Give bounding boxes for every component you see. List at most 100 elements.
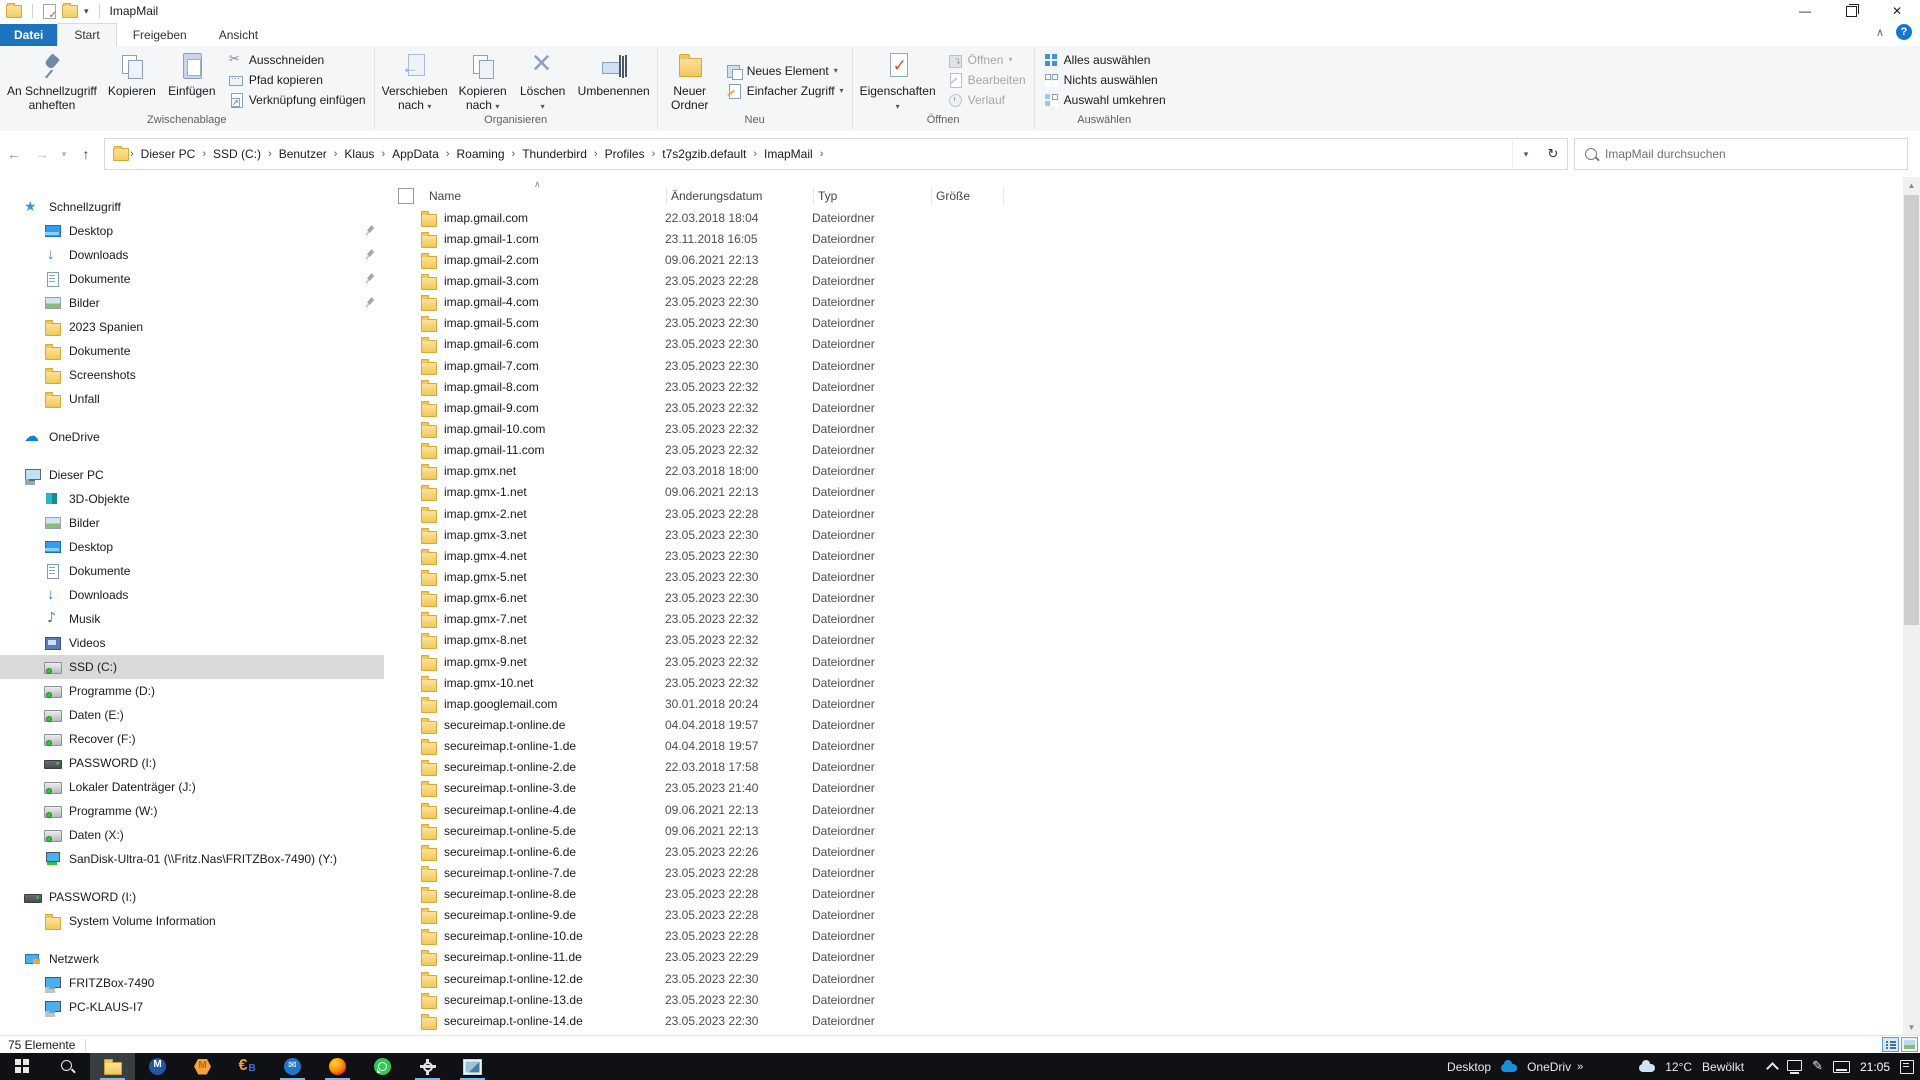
file-row-imap-gmail-8-com[interactable]: imap.gmail-8.com23.05.2023 22:32Dateiord…: [384, 376, 1903, 397]
file-row-secureimap-t-online-6-de[interactable]: secureimap.t-online-6.de23.05.2023 22:26…: [384, 841, 1903, 862]
file-row-imap-gmail-7-com[interactable]: imap.gmail-7.com23.05.2023 22:30Dateiord…: [384, 355, 1903, 376]
recent-locations-caret-icon[interactable]: ▾: [56, 149, 72, 160]
back-button[interactable]: ←: [0, 146, 28, 162]
breadcrumb-separator-icon[interactable]: ›: [819, 148, 825, 160]
file-row-imap-gmx-1-net[interactable]: imap.gmx-1.net09.06.2021 22:13Dateiordne…: [384, 482, 1903, 503]
taskbar-firefox-button[interactable]: [315, 1053, 360, 1080]
file-row-imap-gmail-6-com[interactable]: imap.gmail-6.com23.05.2023 22:30Dateiord…: [384, 334, 1903, 355]
easy-access-button[interactable]: Einfacher Zugriff ▾: [726, 82, 844, 100]
new-folder-quick-icon[interactable]: [62, 5, 78, 18]
new-item-button[interactable]: Neues Element ▾: [726, 62, 844, 80]
copy-to-button[interactable]: Kopierennach ▾: [453, 48, 513, 114]
sidebar-item-desktop[interactable]: Desktop: [0, 219, 384, 243]
history-button[interactable]: Verlauf: [947, 91, 1026, 109]
help-icon[interactable]: ?: [1896, 24, 1912, 40]
sidebar-item-daten-x[interactable]: Daten (X:): [0, 823, 384, 847]
file-row-imap-gmail-com[interactable]: imap.gmail.com22.03.2018 18:04Dateiordne…: [384, 207, 1903, 228]
sidebar-item-system-volume-information[interactable]: System Volume Information: [0, 909, 384, 933]
file-row-imap-gmail-2-com[interactable]: imap.gmail-2.com09.06.2021 22:13Dateiord…: [384, 249, 1903, 270]
breadcrumb-item-appdata[interactable]: AppData: [386, 147, 445, 161]
hidden-icons-chevron-icon[interactable]: [1766, 1062, 1779, 1075]
sidebar-item-3d-objekte[interactable]: 3D-Objekte: [0, 487, 384, 511]
sidebar-item-password-i[interactable]: PASSWORD (I:): [0, 751, 384, 775]
weather-label[interactable]: Bewölkt: [1702, 1060, 1744, 1074]
column-header-type[interactable]: Typ: [814, 187, 932, 205]
search-box[interactable]: ImapMail durchsuchen: [1574, 138, 1908, 170]
file-row-secureimap-t-online-14-de[interactable]: secureimap.t-online-14.de23.05.2023 22:3…: [384, 1010, 1903, 1031]
file-row-imap-googlemail-com[interactable]: imap.googlemail.com30.01.2018 20:24Datei…: [384, 693, 1903, 714]
file-row-secureimap-t-online-1-de[interactable]: secureimap.t-online-1.de04.04.2018 19:57…: [384, 736, 1903, 757]
sidebar-item-dokumente[interactable]: Dokumente: [0, 267, 384, 291]
file-row-imap-gmx-5-net[interactable]: imap.gmx-5.net23.05.2023 22:30Dateiordne…: [384, 566, 1903, 587]
file-row-imap-gmail-9-com[interactable]: imap.gmail-9.com23.05.2023 22:32Dateiord…: [384, 397, 1903, 418]
pin-to-quick-access-button[interactable]: An Schnellzugriffanheften: [2, 48, 102, 114]
scrollbar-thumb[interactable]: [1904, 195, 1919, 625]
touch-keyboard-icon[interactable]: [1833, 1061, 1850, 1073]
sidebar-item-fritzbox-7490[interactable]: FRITZBox-7490: [0, 971, 384, 995]
file-row-imap-gmx-4-net[interactable]: imap.gmx-4.net23.05.2023 22:30Dateiordne…: [384, 545, 1903, 566]
file-row-secureimap-t-online-12-de[interactable]: secureimap.t-online-12.de23.05.2023 22:3…: [384, 968, 1903, 989]
file-row-secureimap-t-online-8-de[interactable]: secureimap.t-online-8.de23.05.2023 22:28…: [384, 884, 1903, 905]
column-header-name[interactable]: Name: [422, 187, 667, 205]
breadcrumb-item-ssd-c[interactable]: SSD (C:): [207, 147, 267, 161]
breadcrumb-item-benutzer[interactable]: Benutzer: [273, 147, 333, 161]
up-button[interactable]: ↑: [72, 146, 100, 162]
sidebar-item-musik[interactable]: Musik: [0, 607, 384, 631]
file-row-imap-gmail-5-com[interactable]: imap.gmail-5.com23.05.2023 22:30Dateiord…: [384, 313, 1903, 334]
file-row-imap-gmx-net[interactable]: imap.gmx.net22.03.2018 18:00Dateiordner: [384, 461, 1903, 482]
file-row-secureimap-t-online-9-de[interactable]: secureimap.t-online-9.de23.05.2023 22:28…: [384, 905, 1903, 926]
properties-button[interactable]: Eigenschaften▾: [855, 48, 941, 114]
sidebar-item-unfall[interactable]: Unfall: [0, 387, 384, 411]
file-row-secureimap-t-online-3-de[interactable]: secureimap.t-online-3.de23.05.2023 21:40…: [384, 778, 1903, 799]
refresh-icon[interactable]: ↻: [1539, 140, 1567, 168]
file-row-imap-gmail-1-com[interactable]: imap.gmail-1.com23.11.2018 16:05Dateiord…: [384, 228, 1903, 249]
sidebar-item-videos[interactable]: Videos: [0, 631, 384, 655]
sidebar-item-dokumente[interactable]: Dokumente: [0, 559, 384, 583]
copy-button[interactable]: Kopieren: [102, 48, 162, 100]
sidebar-item-screenshots[interactable]: Screenshots: [0, 363, 384, 387]
open-button[interactable]: Öffnen ▾: [947, 51, 1026, 69]
network-tray-icon[interactable]: [1787, 1060, 1802, 1071]
file-row-secureimap-t-online-11-de[interactable]: secureimap.t-online-11.de23.05.2023 22:2…: [384, 947, 1903, 968]
taskbar-app-hexagon-button[interactable]: [180, 1053, 225, 1080]
sidebar-item-dokumente[interactable]: Dokumente: [0, 339, 384, 363]
breadcrumb-item-imapmail[interactable]: ImapMail: [758, 147, 819, 161]
sidebar-item-desktop[interactable]: Desktop: [0, 535, 384, 559]
desktop-label[interactable]: Desktop: [1447, 1060, 1491, 1074]
sidebar-item-schnellzugriff[interactable]: Schnellzugriff: [0, 195, 384, 219]
file-row-secureimap-t-online-5-de[interactable]: secureimap.t-online-5.de09.06.2021 22:13…: [384, 820, 1903, 841]
tab-start[interactable]: Start: [57, 23, 116, 46]
sidebar-item-bilder[interactable]: Bilder: [0, 511, 384, 535]
edit-button[interactable]: Bearbeiten: [947, 71, 1026, 89]
thumbnail-view-toggle[interactable]: [1901, 1037, 1918, 1052]
taskbar-whatsapp-button[interactable]: [360, 1053, 405, 1080]
address-bar[interactable]: › Dieser PC›SSD (C:)›Benutzer›Klaus›AppD…: [104, 138, 1568, 170]
file-row-imap-gmail-10-com[interactable]: imap.gmail-10.com23.05.2023 22:32Dateior…: [384, 418, 1903, 439]
weather-icon[interactable]: [1639, 1064, 1655, 1072]
details-view-toggle[interactable]: [1882, 1037, 1899, 1052]
sidebar-item-pc-klaus-i7[interactable]: PC-KLAUS-I7: [0, 995, 384, 1019]
file-row-imap-gmx-7-net[interactable]: imap.gmx-7.net23.05.2023 22:32Dateiordne…: [384, 609, 1903, 630]
taskbar-file-explorer-button[interactable]: [90, 1053, 135, 1080]
onedrive-label[interactable]: OneDriv: [1527, 1060, 1571, 1074]
file-row-secureimap-t-online-13-de[interactable]: secureimap.t-online-13.de23.05.2023 22:3…: [384, 989, 1903, 1010]
minimize-button[interactable]: —: [1782, 0, 1828, 22]
taskbar-search-button[interactable]: [45, 1053, 90, 1080]
sidebar-item-programme-d[interactable]: Programme (D:): [0, 679, 384, 703]
delete-button[interactable]: Löschen▾: [513, 48, 573, 114]
column-header-date[interactable]: Änderungsdatum: [667, 187, 814, 205]
action-center-icon[interactable]: [1900, 1060, 1914, 1074]
invert-selection-button[interactable]: Auswahl umkehren: [1043, 91, 1166, 109]
file-row-imap-gmx-3-net[interactable]: imap.gmx-3.net23.05.2023 22:30Dateiordne…: [384, 524, 1903, 545]
file-row-secureimap-t-online-10-de[interactable]: secureimap.t-online-10.de23.05.2023 22:2…: [384, 926, 1903, 947]
sidebar-item-downloads[interactable]: Downloads: [0, 583, 384, 607]
customize-toolbar-caret-icon[interactable]: ▾: [84, 6, 89, 17]
taskbar-start-button[interactable]: [0, 1053, 45, 1080]
breadcrumb-item-t7s2gzib-default[interactable]: t7s2gzib.default: [656, 147, 752, 161]
file-row-imap-gmx-9-net[interactable]: imap.gmx-9.net23.05.2023 22:32Dateiordne…: [384, 651, 1903, 672]
vertical-scrollbar[interactable]: ▲ ▼: [1903, 177, 1920, 1036]
sidebar-item-sandisk-ultra-01-fritz-nas-fritzbox-7490-y[interactable]: SanDisk-Ultra-01 (\\Fritz.Nas\FRITZBox-7…: [0, 847, 384, 871]
scroll-up-icon[interactable]: ▲: [1903, 177, 1920, 194]
properties-quick-icon[interactable]: [43, 4, 56, 19]
collapse-ribbon-icon[interactable]: ∧: [1876, 26, 1884, 39]
